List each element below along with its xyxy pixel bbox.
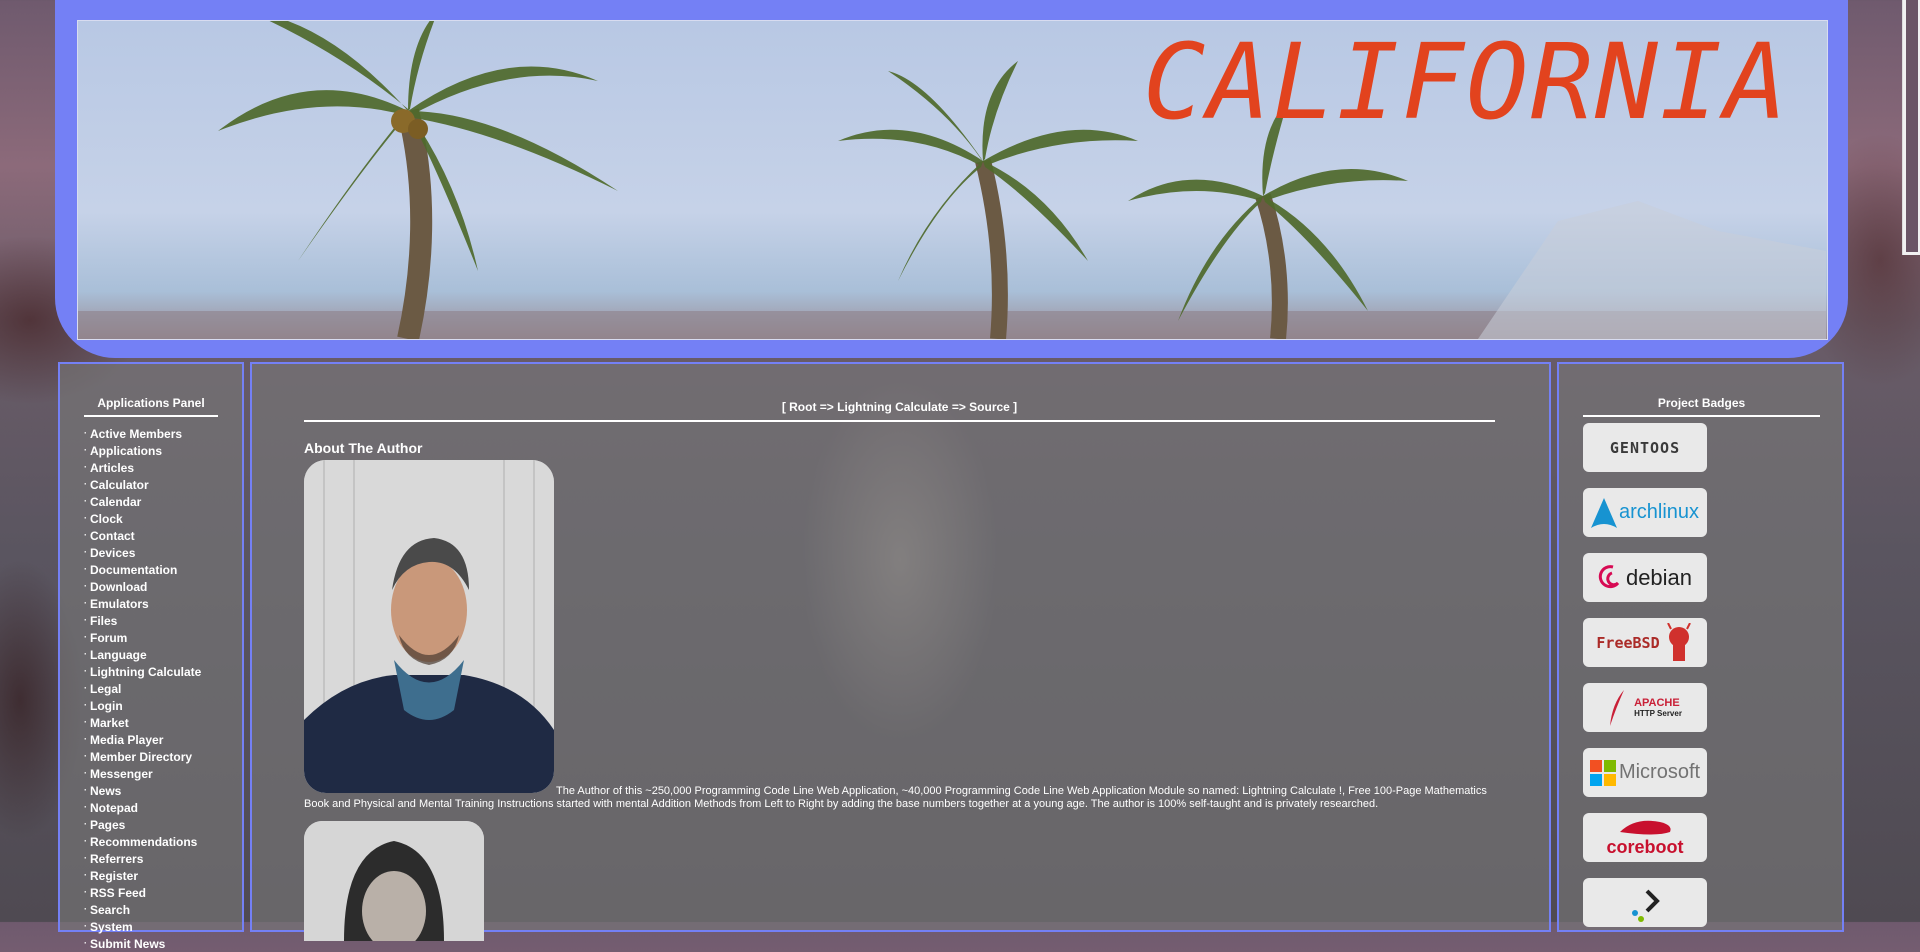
sidebar-item-clock[interactable]: · Clock	[84, 510, 242, 527]
chevron-right-icon	[1632, 889, 1660, 922]
sidebar-item-referrers[interactable]: · Referrers	[84, 850, 242, 867]
bullet-icon: ·	[84, 751, 87, 761]
bullet-icon: ·	[84, 530, 87, 540]
freebsd-daemon-icon	[1666, 622, 1691, 661]
applications-list: · Active Members · Applications · Articles …	[84, 425, 242, 952]
bullet-icon: ·	[84, 632, 87, 642]
bullet-icon: ·	[84, 496, 87, 506]
sidebar-item-search[interactable]: · Search	[84, 901, 242, 918]
bullet-icon: ·	[84, 564, 87, 574]
sidebar-item-media-player[interactable]: · Media Player	[84, 731, 242, 748]
coreboot-rabbit-icon	[1620, 820, 1671, 835]
scrollbar-track[interactable]	[1902, 0, 1920, 255]
badge-gentoo[interactable]: GENTOOS	[1583, 423, 1707, 472]
sidebar-item-forum[interactable]: · Forum	[84, 629, 242, 646]
sidebar-item-notepad[interactable]: · Notepad	[84, 799, 242, 816]
project-badges-heading: Project Badges	[1583, 396, 1820, 417]
sidebar-item-login[interactable]: · Login	[84, 697, 242, 714]
project-badges-panel: Project Badges GENTOOS archlinux debian …	[1557, 362, 1844, 932]
sidebar-item-contact[interactable]: · Contact	[84, 527, 242, 544]
sidebar-item-calculator[interactable]: · Calculator	[84, 476, 242, 493]
bullet-icon: ·	[84, 785, 87, 795]
bullet-icon: ·	[84, 598, 87, 608]
scrollbar-thumb[interactable]	[1906, 0, 1918, 252]
sidebar-item-register[interactable]: · Register	[84, 867, 242, 884]
bullet-icon: ·	[84, 666, 87, 676]
about-author-heading: About The Author	[304, 440, 423, 456]
breadcrumb[interactable]: [ Root => Lightning Calculate => Source …	[304, 400, 1495, 422]
sidebar-item-articles[interactable]: · Articles	[84, 459, 242, 476]
bullet-icon: ·	[84, 768, 87, 778]
sidebar-item-active-members[interactable]: · Active Members	[84, 425, 242, 442]
apache-sublabel: HTTP Server	[1634, 709, 1682, 718]
sidebar-item-documentation[interactable]: · Documentation	[84, 561, 242, 578]
badge-archlinux[interactable]: archlinux	[1583, 488, 1707, 537]
sidebar-item-calendar[interactable]: · Calendar	[84, 493, 242, 510]
apache-label: APACHE	[1634, 697, 1680, 709]
header-banner: CALIFORNIA	[55, 0, 1848, 358]
bullet-icon: ·	[84, 479, 87, 489]
sidebar-item-files[interactable]: · Files	[84, 612, 242, 629]
bullet-icon: ·	[84, 615, 87, 625]
debian-swirl-icon	[1598, 564, 1620, 588]
sidebar-item-submit-news[interactable]: · Submit News	[84, 935, 242, 952]
bullet-icon: ·	[84, 904, 87, 914]
sidebar-item-download[interactable]: · Download	[84, 578, 242, 595]
sidebar-item-market[interactable]: · Market	[84, 714, 242, 731]
author-photo	[304, 460, 554, 793]
microsoft-logo-icon	[1589, 759, 1616, 786]
sidebar-item-legal[interactable]: · Legal	[84, 680, 242, 697]
sidebar-item-emulators[interactable]: · Emulators	[84, 595, 242, 612]
banner-title: CALIFORNIA	[1142, 21, 1789, 143]
sidebar-item-system[interactable]: · System	[84, 918, 242, 935]
bullet-icon: ·	[84, 717, 87, 727]
bullet-icon: ·	[84, 836, 87, 846]
bullet-icon: ·	[84, 462, 87, 472]
bullet-icon: ·	[84, 734, 87, 744]
bullet-icon: ·	[84, 547, 87, 557]
sidebar-item-member-directory[interactable]: · Member Directory	[84, 748, 242, 765]
main-content-panel: [ Root => Lightning Calculate => Source …	[250, 362, 1551, 941]
applications-panel: Applications Panel · Active Members · Appl…	[58, 362, 244, 951]
bullet-icon: ·	[84, 802, 87, 812]
sidebar-item-lightning-calculate[interactable]: · Lightning Calculate	[84, 663, 242, 680]
bullet-icon: ·	[84, 853, 87, 863]
bullet-icon: ·	[84, 870, 87, 880]
sidebar-item-rss-feed[interactable]: · RSS Feed	[84, 884, 242, 901]
bullet-icon: ·	[84, 445, 87, 455]
badge-coreboot[interactable]: coreboot	[1583, 813, 1707, 862]
bullet-icon: ·	[84, 513, 87, 523]
sidebar-item-recommendations[interactable]: · Recommendations	[84, 833, 242, 850]
bullet-icon: ·	[84, 649, 87, 659]
badge-apache[interactable]: APACHE HTTP Server	[1583, 683, 1707, 732]
sidebar-item-news[interactable]: · News	[84, 782, 242, 799]
sidebar-item-messenger[interactable]: · Messenger	[84, 765, 242, 782]
author-portrait-illustration	[304, 460, 554, 793]
applications-panel-heading: Applications Panel	[84, 396, 218, 417]
bullet-icon: ·	[84, 887, 87, 897]
bullet-icon: ·	[84, 428, 87, 438]
bullet-icon: ·	[84, 700, 87, 710]
bullet-icon: ·	[84, 938, 87, 948]
sidebar-item-pages[interactable]: · Pages	[84, 816, 242, 833]
bullet-icon: ·	[84, 683, 87, 693]
historical-portrait-illustration	[304, 821, 484, 941]
bullet-icon: ·	[84, 581, 87, 591]
sidebar-item-applications[interactable]: · Applications	[84, 442, 242, 459]
badge-microsoft[interactable]: Microsoft	[1583, 748, 1707, 797]
sidebar-item-language[interactable]: · Language	[84, 646, 242, 663]
apache-feather-icon	[1610, 689, 1625, 726]
badge-partial[interactable]	[1583, 878, 1707, 927]
badge-debian[interactable]: debian	[1583, 553, 1707, 602]
bullet-icon: ·	[84, 819, 87, 829]
arch-logo-icon	[1590, 497, 1617, 528]
banner-image: CALIFORNIA	[77, 20, 1828, 340]
sidebar-item-devices[interactable]: · Devices	[84, 544, 242, 561]
historical-portrait	[304, 821, 484, 941]
badge-freebsd[interactable]: FreeBSD	[1583, 618, 1707, 667]
bullet-icon: ·	[84, 921, 87, 931]
